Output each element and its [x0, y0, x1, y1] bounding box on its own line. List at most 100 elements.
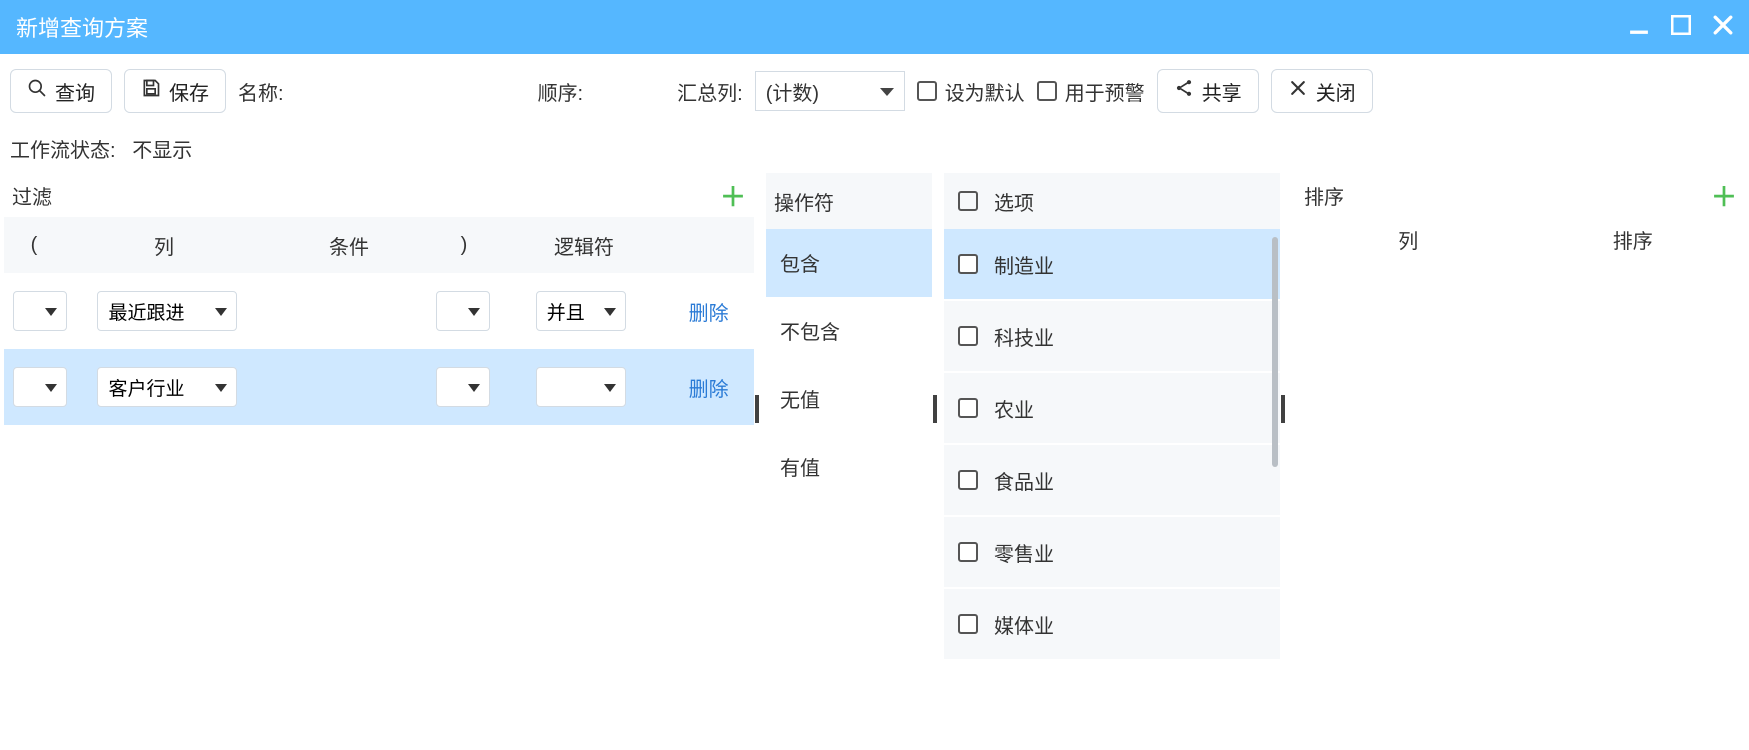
- use-for-alert-checkbox[interactable]: 用于预警: [1037, 77, 1145, 106]
- option-item[interactable]: 农业: [944, 373, 1280, 443]
- set-default-checkbox[interactable]: 设为默认: [917, 77, 1025, 106]
- save-icon: [141, 78, 161, 104]
- checkbox-icon[interactable]: [958, 326, 978, 346]
- option-item-label: 媒体业: [994, 610, 1054, 639]
- filter-panel: 过滤 ＋ ( 列 条件 ) 逻辑符 最近跟进并且删除客户行业删除: [4, 173, 754, 750]
- close-button[interactable]: 关闭: [1271, 69, 1373, 113]
- operator-item[interactable]: 有值: [766, 433, 932, 501]
- filter-title: 过滤: [12, 181, 52, 210]
- operator-list: 包含不包含无值有值: [766, 229, 932, 501]
- summary-select-value: (计数): [766, 77, 819, 106]
- checkbox-icon[interactable]: [958, 254, 978, 274]
- options-panel: 选项 制造业科技业农业食品业零售业媒体业: [944, 173, 1280, 750]
- use-for-alert-label: 用于预警: [1065, 77, 1145, 106]
- workflow-status-row: 工作流状态: 不显示: [0, 118, 1749, 169]
- share-icon: [1174, 78, 1194, 104]
- scrollbar-thumb[interactable]: [1272, 237, 1278, 467]
- option-item[interactable]: 科技业: [944, 301, 1280, 371]
- checkbox-icon[interactable]: [958, 614, 978, 634]
- paren-right-select[interactable]: [436, 367, 490, 407]
- sort-header-column: 列: [1296, 225, 1521, 254]
- paren-left-select[interactable]: [13, 291, 67, 331]
- filter-table-header: ( 列 条件 ) 逻辑符: [4, 217, 754, 273]
- share-button-label: 共享: [1202, 77, 1242, 106]
- summary-select[interactable]: (计数): [755, 71, 905, 111]
- option-item[interactable]: 制造业: [944, 229, 1280, 299]
- workflow-status-value[interactable]: 不显示: [132, 140, 192, 162]
- window-controls: [1629, 15, 1733, 39]
- option-item-label: 零售业: [994, 538, 1054, 567]
- filter-rows: 最近跟进并且删除客户行业删除: [4, 273, 754, 425]
- options-list: 制造业科技业农业食品业零售业媒体业: [944, 229, 1280, 661]
- filter-header-paren-r: ): [434, 234, 494, 257]
- resize-handle[interactable]: [932, 173, 938, 750]
- logic-select[interactable]: 并且: [536, 291, 626, 331]
- save-button-label: 保存: [169, 77, 209, 106]
- operator-item[interactable]: 包含: [766, 229, 932, 297]
- option-item[interactable]: 食品业: [944, 445, 1280, 515]
- column-select[interactable]: 客户行业: [97, 367, 237, 407]
- name-label: 名称:: [238, 77, 284, 106]
- minimize-icon[interactable]: [1629, 15, 1649, 39]
- resize-handle[interactable]: [1280, 173, 1286, 750]
- query-button-label: 查询: [55, 77, 95, 106]
- checkbox-icon[interactable]: [958, 398, 978, 418]
- paren-left-select[interactable]: [13, 367, 67, 407]
- sort-header-order: 排序: [1521, 225, 1746, 254]
- filter-header: 过滤 ＋: [4, 173, 754, 217]
- save-button[interactable]: 保存: [124, 69, 226, 113]
- checkbox-icon: [1037, 81, 1057, 101]
- checkbox-icon[interactable]: [958, 542, 978, 562]
- sort-title: 排序: [1304, 181, 1344, 210]
- filter-header-column: 列: [64, 231, 264, 260]
- main-area: 过滤 ＋ ( 列 条件 ) 逻辑符 最近跟进并且删除客户行业删除 操作符 包含不…: [0, 169, 1749, 750]
- column-select[interactable]: 最近跟进: [97, 291, 237, 331]
- filter-header-logic: 逻辑符: [494, 231, 674, 260]
- filter-row[interactable]: 客户行业 删除: [4, 349, 754, 425]
- resize-handle[interactable]: [754, 173, 760, 750]
- delete-row-link[interactable]: 删除: [689, 297, 729, 326]
- delete-row-link[interactable]: 删除: [689, 373, 729, 402]
- operator-item[interactable]: 无值: [766, 365, 932, 433]
- checkbox-icon: [917, 81, 937, 101]
- filter-header-condition: 条件: [264, 231, 434, 260]
- workflow-status-label: 工作流状态:: [10, 140, 116, 162]
- sort-header-row: 排序 ＋: [1296, 173, 1745, 217]
- operator-title: 操作符: [774, 187, 834, 216]
- options-title: 选项: [994, 187, 1034, 216]
- close-window-icon[interactable]: [1713, 15, 1733, 39]
- sort-table-header: 列 排序: [1296, 217, 1745, 261]
- option-item-label: 科技业: [994, 322, 1054, 351]
- option-item-label: 农业: [994, 394, 1034, 423]
- paren-right-select[interactable]: [436, 291, 490, 331]
- option-item-label: 食品业: [994, 466, 1054, 495]
- filter-header-paren-l: (: [4, 234, 64, 257]
- logic-select[interactable]: [536, 367, 626, 407]
- filter-row[interactable]: 最近跟进 并且 删除: [4, 273, 754, 349]
- set-default-label: 设为默认: [945, 77, 1025, 106]
- search-icon: [27, 78, 47, 104]
- options-select-all-checkbox[interactable]: [958, 191, 978, 211]
- option-item[interactable]: 零售业: [944, 517, 1280, 587]
- option-item[interactable]: 媒体业: [944, 589, 1280, 659]
- close-button-label: 关闭: [1316, 77, 1356, 106]
- operator-item[interactable]: 不包含: [766, 297, 932, 365]
- title-bar: 新增查询方案: [0, 0, 1749, 54]
- checkbox-icon[interactable]: [958, 470, 978, 490]
- share-button[interactable]: 共享: [1157, 69, 1259, 113]
- option-item-label: 制造业: [994, 250, 1054, 279]
- operator-header: 操作符: [766, 173, 932, 229]
- summary-label: 汇总列:: [677, 77, 743, 106]
- query-button[interactable]: 查询: [10, 69, 112, 113]
- close-icon: [1288, 78, 1308, 104]
- maximize-icon[interactable]: [1671, 15, 1691, 39]
- operator-panel: 操作符 包含不包含无值有值: [766, 173, 932, 750]
- sort-panel: 排序 ＋ 列 排序: [1296, 173, 1745, 750]
- order-input[interactable]: [595, 71, 665, 111]
- toolbar: 查询 保存 名称: 顺序: 汇总列: (计数) 设为默认 用于预警 共享 关闭: [0, 54, 1749, 118]
- window-title: 新增查询方案: [16, 11, 1629, 43]
- name-input[interactable]: [296, 71, 526, 111]
- order-label: 顺序:: [538, 77, 584, 106]
- filter-add-button[interactable]: ＋: [720, 177, 746, 214]
- sort-add-button[interactable]: ＋: [1711, 177, 1737, 214]
